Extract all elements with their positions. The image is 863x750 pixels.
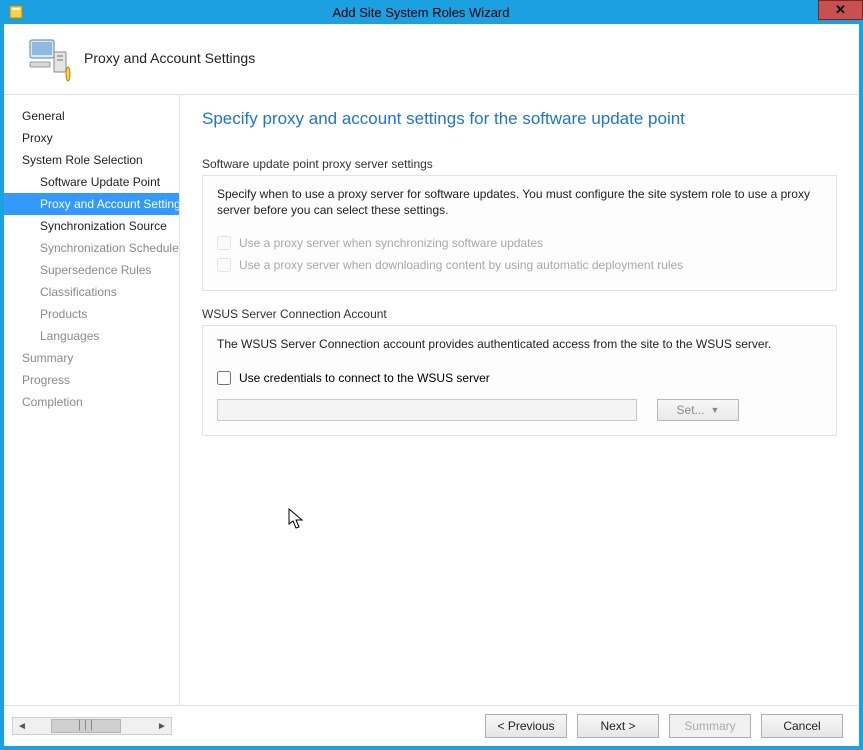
summary-button: Summary: [669, 714, 751, 738]
proxy-download-checkbox: [217, 258, 231, 272]
sidebar-item-synchronization-schedule: Synchronization Schedule: [4, 237, 179, 259]
set-button-label: Set...: [677, 403, 705, 417]
sidebar-item-classifications: Classifications: [4, 281, 179, 303]
chevron-down-icon: ▼: [711, 405, 720, 415]
sidebar-item-supersedence-rules: Supersedence Rules: [4, 259, 179, 281]
page-title: Proxy and Account Settings: [84, 50, 255, 66]
titlebar: Add Site System Roles Wizard ✕: [0, 0, 863, 24]
scroll-left-icon[interactable]: ◄: [13, 721, 31, 732]
wizard-body: GeneralProxySystem Role SelectionSoftwar…: [4, 95, 859, 705]
proxy-sync-checkbox: [217, 236, 231, 250]
wsus-creds-label: Use credentials to connect to the WSUS s…: [239, 371, 490, 385]
close-button[interactable]: ✕: [818, 0, 863, 20]
sidebar-item-completion: Completion: [4, 391, 179, 413]
sidebar-item-languages: Languages: [4, 325, 179, 347]
proxy-group-label: Software update point proxy server setti…: [202, 157, 837, 171]
scroll-track[interactable]: ׀׀׀: [31, 718, 153, 734]
proxy-download-label: Use a proxy server when downloading cont…: [239, 258, 683, 272]
proxy-download-row: Use a proxy server when downloading cont…: [217, 254, 822, 276]
wizard-footer: ◄ ׀׀׀ ► < Previous Next > Summary Cancel: [4, 705, 859, 746]
wizard-header: Proxy and Account Settings: [4, 24, 859, 95]
sidebar-item-system-role-selection[interactable]: System Role Selection: [4, 149, 179, 171]
scroll-right-icon[interactable]: ►: [153, 721, 171, 732]
wsus-creds-input-row: Set... ▼: [217, 399, 822, 421]
previous-button[interactable]: < Previous: [485, 714, 567, 738]
sidebar-item-summary: Summary: [4, 347, 179, 369]
proxy-sync-row: Use a proxy server when synchronizing so…: [217, 232, 822, 254]
computer-icon: [24, 34, 72, 82]
page-heading: Specify proxy and account settings for t…: [202, 109, 837, 129]
sidebar-item-general[interactable]: General: [4, 105, 179, 127]
window-frame: Add Site System Roles Wizard ✕ Proxy and…: [0, 0, 863, 750]
wizard-app-icon: [8, 4, 24, 20]
cancel-button[interactable]: Cancel: [761, 714, 843, 738]
set-button: Set... ▼: [657, 399, 739, 421]
proxy-sync-label: Use a proxy server when synchronizing so…: [239, 236, 543, 250]
wsus-group-desc: The WSUS Server Connection account provi…: [217, 336, 822, 352]
content-pane: Specify proxy and account settings for t…: [180, 95, 859, 705]
wsus-creds-checkbox[interactable]: [217, 371, 231, 385]
sidebar-item-products: Products: [4, 303, 179, 325]
next-button[interactable]: Next >: [577, 714, 659, 738]
proxy-group-desc: Specify when to use a proxy server for s…: [217, 186, 822, 218]
nav-buttons: < Previous Next > Summary Cancel: [485, 714, 843, 738]
window-title: Add Site System Roles Wizard: [24, 5, 818, 20]
sidebar-hscroll[interactable]: ◄ ׀׀׀ ►: [12, 717, 172, 735]
wsus-group-panel: The WSUS Server Connection account provi…: [202, 325, 837, 435]
sidebar-item-proxy-and-account-settings[interactable]: Proxy and Account Settings: [4, 193, 179, 215]
close-icon: ✕: [835, 2, 846, 18]
sidebar-item-progress: Progress: [4, 369, 179, 391]
wsus-account-input: [217, 399, 637, 421]
proxy-group-panel: Specify when to use a proxy server for s…: [202, 175, 837, 291]
scroll-thumb[interactable]: ׀׀׀: [51, 719, 121, 733]
sidebar: GeneralProxySystem Role SelectionSoftwar…: [4, 95, 180, 705]
sidebar-item-software-update-point[interactable]: Software Update Point: [4, 171, 179, 193]
sidebar-item-proxy[interactable]: Proxy: [4, 127, 179, 149]
sidebar-item-synchronization-source[interactable]: Synchronization Source: [4, 215, 179, 237]
wsus-group-label: WSUS Server Connection Account: [202, 307, 837, 321]
wsus-creds-row: Use credentials to connect to the WSUS s…: [217, 367, 822, 389]
